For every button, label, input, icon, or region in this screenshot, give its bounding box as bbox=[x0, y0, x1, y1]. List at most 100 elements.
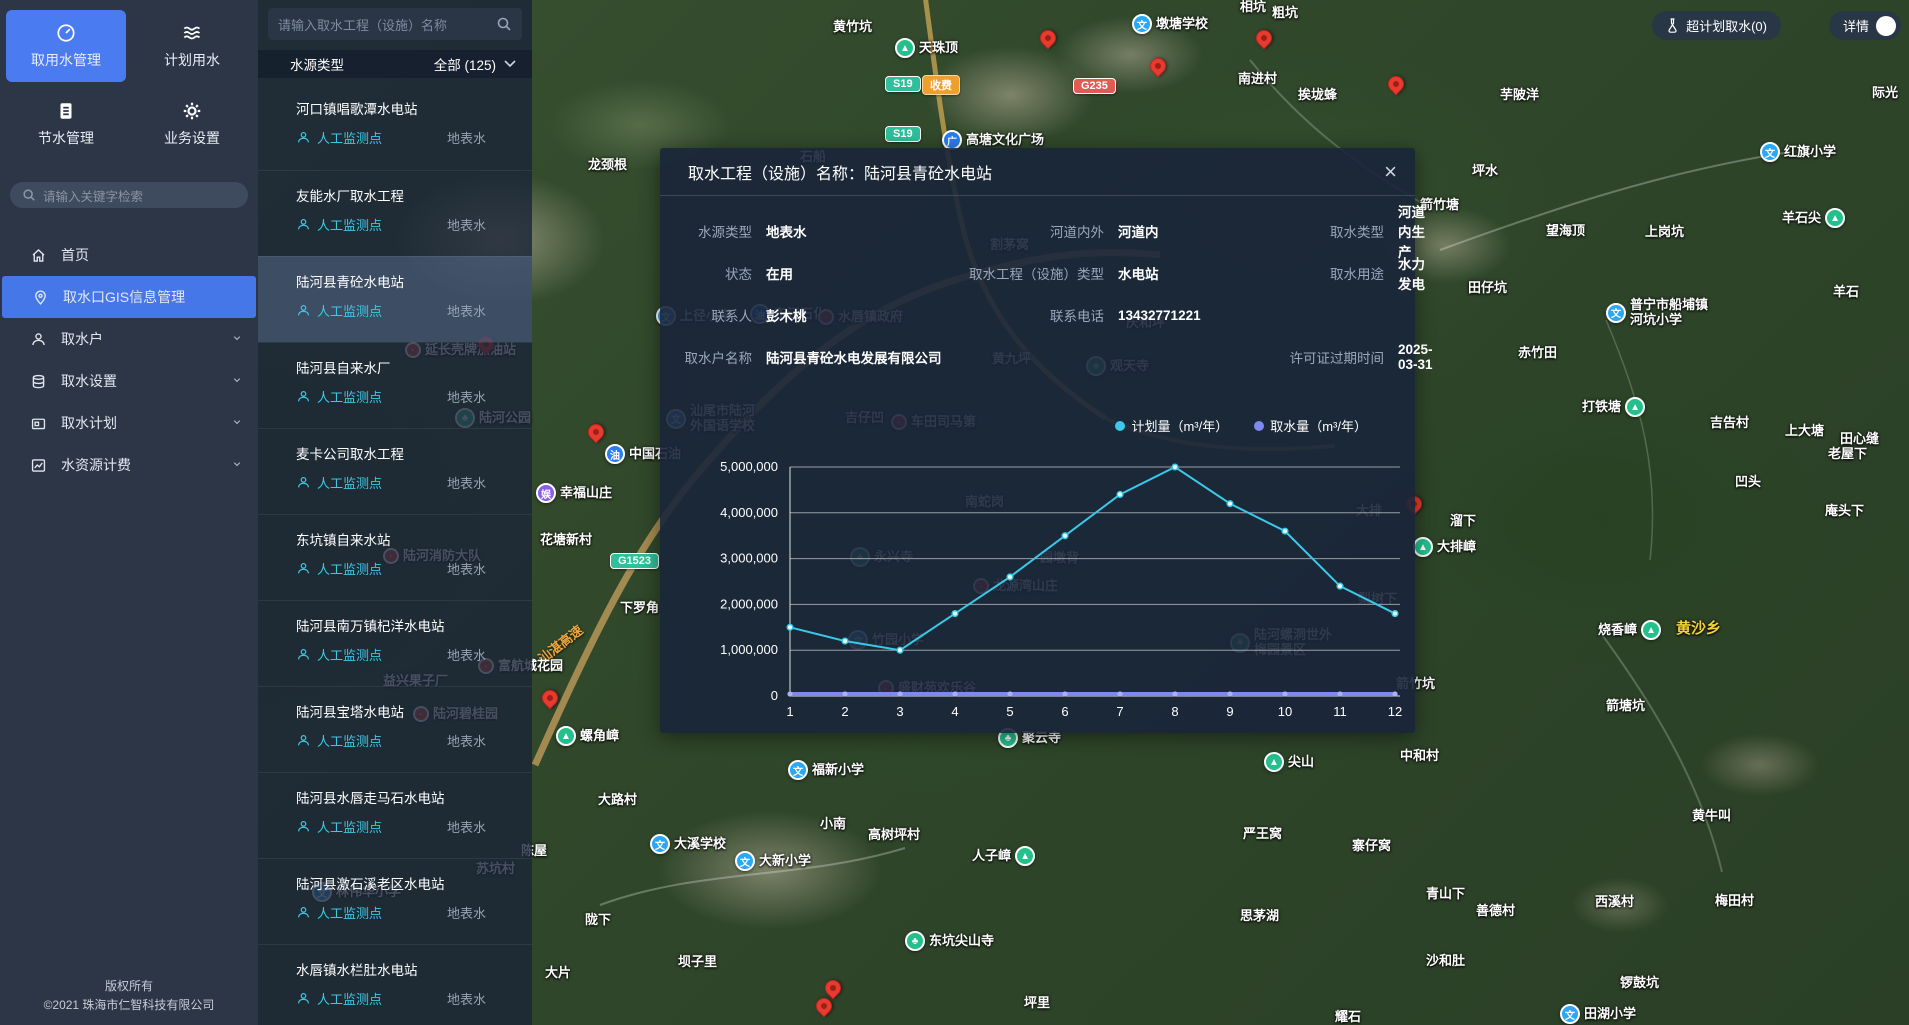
sidebar-item-4[interactable]: 取水设置 bbox=[0, 360, 258, 402]
chevron-down-icon[interactable] bbox=[504, 60, 516, 68]
map-label[interactable]: 大路村 bbox=[598, 793, 637, 808]
sidebar-item-2[interactable]: 取水口GIS信息管理 bbox=[2, 276, 256, 318]
map-marker-pin[interactable] bbox=[1385, 73, 1408, 96]
filter-value[interactable]: 全部 (125) bbox=[434, 54, 496, 74]
map-label[interactable]: 上岗坑 bbox=[1645, 225, 1684, 240]
map-label[interactable]: 相坑 bbox=[1240, 0, 1266, 15]
map-label[interactable]: 文大新小学 bbox=[735, 851, 811, 871]
map-label[interactable]: 文田湖小学 bbox=[1560, 1004, 1636, 1024]
map-label[interactable]: ♣东坑尖山寺 bbox=[905, 931, 994, 951]
map-label[interactable]: 烧香嶂▲ bbox=[1598, 620, 1661, 640]
map-label[interactable]: 收费 bbox=[922, 75, 960, 95]
sidebar-item-1[interactable]: 首页 bbox=[0, 234, 258, 276]
map-marker-pin[interactable] bbox=[1147, 55, 1170, 78]
legend-item[interactable]: 取水量（m³/年） bbox=[1254, 416, 1367, 435]
map-label[interactable]: 锣鼓坑 bbox=[1620, 976, 1659, 991]
map-label[interactable]: ▲天珠顶 bbox=[895, 38, 958, 58]
map-label[interactable]: 坪里 bbox=[1024, 996, 1050, 1011]
map-label[interactable]: 耀石 bbox=[1335, 1010, 1361, 1025]
map-label[interactable]: 际光 bbox=[1872, 86, 1898, 101]
map-label[interactable]: 坝子里 bbox=[678, 955, 717, 970]
map-label[interactable]: 芋陂洋 bbox=[1500, 88, 1539, 103]
keyword-search-input[interactable]: 请输入关键字检索 bbox=[10, 182, 248, 208]
station-list-item[interactable]: 东坑镇自来水站人工监测点地表水 bbox=[258, 514, 532, 600]
app-tile-1[interactable]: 取用水管理 bbox=[6, 10, 126, 82]
station-list-item[interactable]: 陆河县宝塔水电站人工监测点地表水 bbox=[258, 686, 532, 772]
station-list-item[interactable]: 河口镇唱歌潭水电站人工监测点地表水 bbox=[258, 84, 532, 170]
map-label[interactable]: 陇下 bbox=[585, 913, 611, 928]
map-label[interactable]: 大片 bbox=[545, 966, 571, 981]
map-label[interactable]: 南进村 bbox=[1238, 72, 1277, 87]
map-label[interactable]: 庵头下 bbox=[1825, 504, 1864, 519]
map-label[interactable]: 文红旗小学 bbox=[1760, 142, 1836, 162]
map-label[interactable]: 溜下 bbox=[1450, 514, 1476, 529]
station-search-input[interactable]: 请输入取水工程（设施）名称 bbox=[268, 8, 522, 40]
map-label[interactable]: 箭塘坑 bbox=[1606, 699, 1645, 714]
map-label[interactable]: 文普宁市船埔镇河坑小学 bbox=[1606, 298, 1708, 328]
map-label[interactable]: 田心缝 bbox=[1840, 432, 1879, 447]
map-marker-pin[interactable] bbox=[585, 421, 608, 444]
map-label[interactable]: 黄牛叫 bbox=[1692, 809, 1731, 824]
over-plan-water-button[interactable]: 超计划取水(0) bbox=[1652, 11, 1781, 40]
sidebar-item-5[interactable]: 取水计划 bbox=[0, 402, 258, 444]
map-marker-pin[interactable] bbox=[1253, 27, 1276, 50]
map-label[interactable]: G1523 bbox=[610, 553, 659, 569]
search-icon[interactable] bbox=[496, 16, 512, 32]
source-type-filter[interactable]: 水源类型 全部 (125) bbox=[258, 50, 532, 78]
station-list-item[interactable]: 陆河县激石溪老区水电站人工监测点地表水 bbox=[258, 858, 532, 944]
map-label[interactable]: 花塘新村 bbox=[540, 533, 592, 548]
map-label[interactable]: 西溪村 bbox=[1595, 895, 1634, 910]
map-label[interactable]: 羊石尖▲ bbox=[1782, 208, 1845, 228]
legend-item[interactable]: 计划量（m³/年） bbox=[1115, 416, 1228, 435]
map-marker-pin[interactable] bbox=[539, 687, 562, 710]
map-label[interactable]: 高树坪村 bbox=[868, 828, 920, 843]
map-label[interactable]: 文福新小学 bbox=[788, 760, 864, 780]
map-label[interactable]: S19 bbox=[885, 76, 921, 92]
sidebar-item-3[interactable]: 取水户 bbox=[0, 318, 258, 360]
station-list-item[interactable]: 陆河县水唇走马石水电站人工监测点地表水 bbox=[258, 772, 532, 858]
detail-toggle[interactable]: 详情 bbox=[1829, 11, 1901, 40]
map-label[interactable]: 小南 bbox=[820, 817, 846, 832]
map-label[interactable]: 娱幸福山庄 bbox=[536, 483, 612, 503]
sidebar-item-6[interactable]: 水资源计费 bbox=[0, 444, 258, 486]
map-label[interactable]: 坪水 bbox=[1472, 164, 1498, 179]
station-list-item[interactable]: 友能水厂取水工程人工监测点地表水 bbox=[258, 170, 532, 256]
map-label[interactable]: 老屋下 bbox=[1828, 447, 1867, 462]
map-label[interactable]: 文墩塘学校 bbox=[1132, 14, 1208, 34]
map-label[interactable]: S19 bbox=[885, 126, 921, 142]
map-marker-pin[interactable] bbox=[822, 977, 845, 1000]
map-label[interactable]: ▲大排嶂 bbox=[1413, 537, 1476, 557]
map-label[interactable]: 吉告村 bbox=[1710, 416, 1749, 431]
map-label[interactable]: 人子嶂▲ bbox=[972, 846, 1035, 866]
map-label[interactable]: 文大溪学校 bbox=[650, 834, 726, 854]
map-label[interactable]: 赤竹田 bbox=[1518, 346, 1557, 361]
station-list-item[interactable]: 陆河县南万镇杞洋水电站人工监测点地表水 bbox=[258, 600, 532, 686]
map-label[interactable]: 龙颈根 bbox=[588, 158, 627, 173]
app-tile-3[interactable]: 节水管理 bbox=[6, 88, 126, 160]
map-label[interactable]: 梅田村 bbox=[1715, 894, 1754, 909]
map-label[interactable]: 沙和肚 bbox=[1426, 954, 1465, 969]
map-marker-pin[interactable] bbox=[1037, 27, 1060, 50]
close-icon[interactable]: × bbox=[1384, 161, 1397, 183]
station-list-item[interactable]: 陆河县青砼水电站人工监测点地表水 bbox=[258, 256, 532, 342]
map-label[interactable]: 黄竹坑 bbox=[833, 20, 872, 35]
map-label[interactable]: ▲螺角嶂 bbox=[556, 726, 619, 746]
map-label[interactable]: 善德村 bbox=[1476, 904, 1515, 919]
map-label[interactable]: 中和村 bbox=[1400, 749, 1439, 764]
map-label[interactable]: 望海顶 bbox=[1546, 224, 1585, 239]
map-label[interactable]: 黄沙乡 bbox=[1676, 620, 1721, 637]
map-label[interactable]: 打铁塘▲ bbox=[1582, 397, 1645, 417]
station-list-item[interactable]: 水唇镇水栏肚水电站人工监测点地表水 bbox=[258, 944, 532, 1025]
map-label[interactable]: 凹头 bbox=[1735, 475, 1761, 490]
map-label[interactable]: 下罗角 bbox=[620, 601, 659, 616]
map-label[interactable]: ▲尖山 bbox=[1264, 752, 1314, 772]
app-tile-4[interactable]: 业务设置 bbox=[132, 88, 252, 160]
station-list-item[interactable]: 麦卡公司取水工程人工监测点地表水 bbox=[258, 428, 532, 514]
map-label[interactable]: 田仔坑 bbox=[1468, 281, 1507, 296]
toggle-knob[interactable] bbox=[1876, 16, 1896, 36]
map-label[interactable]: 挨垅蜂 bbox=[1298, 88, 1337, 103]
map-label[interactable]: 思茅湖 bbox=[1240, 909, 1279, 924]
map-label[interactable]: 寨仔窝 bbox=[1352, 839, 1391, 854]
app-tile-2[interactable]: 计划用水 bbox=[132, 10, 252, 82]
map-label[interactable]: 上大塘 bbox=[1785, 424, 1824, 439]
